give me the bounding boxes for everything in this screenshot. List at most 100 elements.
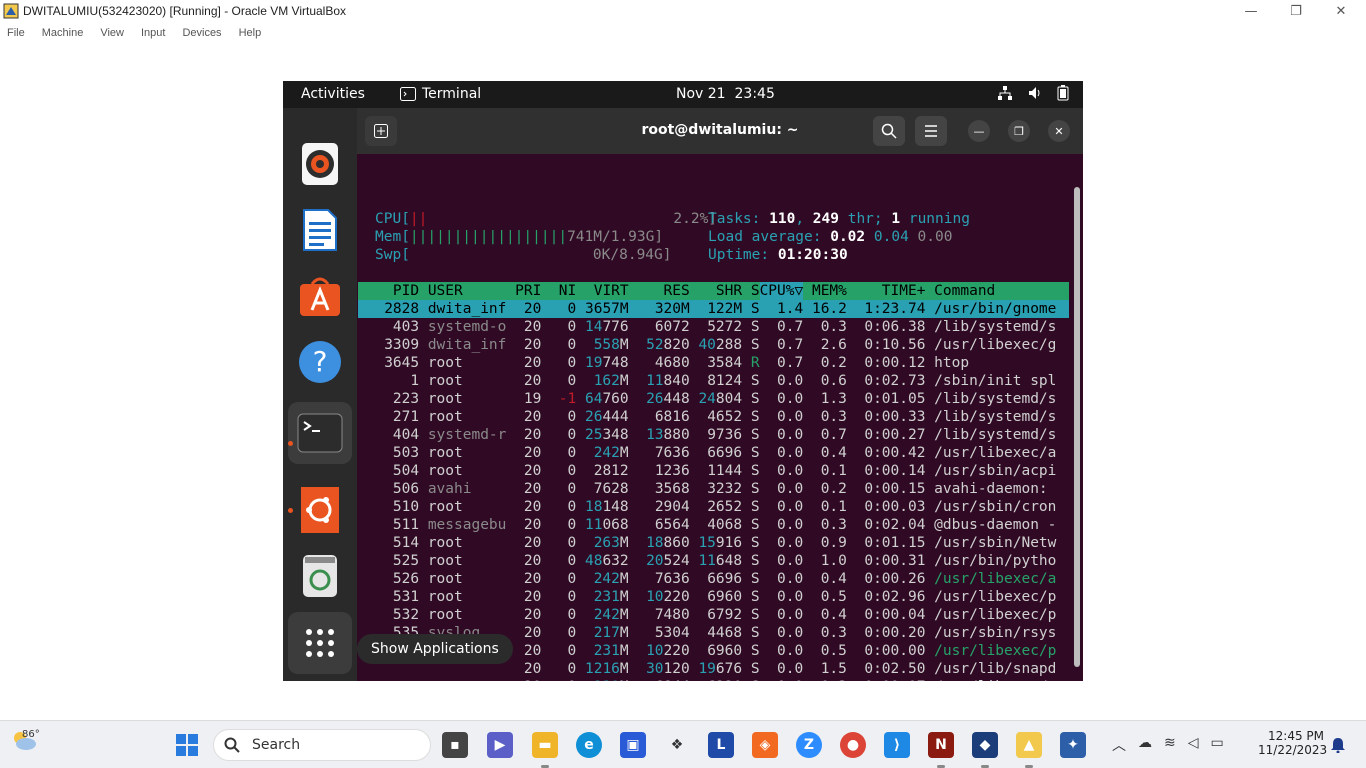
zoom-app[interactable]: Z (796, 732, 822, 758)
terminal-search-button[interactable] (873, 116, 905, 146)
load-1: 0.02 (830, 229, 866, 245)
terminal-menu-button[interactable] (915, 116, 947, 146)
vbox-vm-app[interactable]: ▲ (1016, 732, 1042, 758)
menu-devices[interactable]: Devices (182, 27, 221, 39)
taskview-app[interactable]: ▪ (442, 732, 468, 758)
column-header-shr[interactable]: SHR (716, 282, 742, 300)
dock-help[interactable]: ? (296, 338, 344, 386)
dock-libreoffice-writer[interactable] (296, 206, 344, 254)
column-header-s[interactable]: S (751, 282, 760, 300)
column-header-res[interactable]: RES (664, 282, 690, 300)
process-row[interactable]: 532 root 20 0 242M 7480 6792 S 0.0 0.4 0:00.04/usr… (358, 606, 1069, 624)
process-cell-ni: 0 (567, 625, 577, 641)
process-table-header[interactable]: PID USER PRI NI VIRT RES SHR S CPU%▽ MEM% TIME+ Com… (358, 282, 1069, 300)
dock-trash[interactable] (296, 552, 344, 600)
chrome-app[interactable]: ● (840, 732, 866, 758)
dock-terminal[interactable] (288, 402, 352, 464)
activities-button[interactable]: Activities (301, 86, 365, 102)
process-row[interactable]: 506 avahi 20 0 7628 3568 3232 S 0.0 0.2 0:00.15 ava… (358, 480, 1069, 498)
menu-file[interactable]: File (7, 27, 25, 39)
process-cell-ni: 0 (567, 319, 577, 335)
explorer-app[interactable]: ▬ (532, 732, 558, 758)
terminal-body[interactable]: CPU[|| 2.2%] Mem[||||||||||||||||||741M/1… (357, 154, 1083, 681)
weather-widget[interactable]: 86° (10, 729, 40, 754)
edge-app[interactable]: e (576, 732, 602, 758)
process-row[interactable]: 526 root 20 0 242M 7636 6696 S 0.0 0.4 0:00.26/usr… (358, 570, 1069, 588)
cloud-icon[interactable]: ☁ (1138, 735, 1152, 755)
column-header-ni[interactable]: NI (559, 282, 576, 300)
store-app[interactable]: ▣ (620, 732, 646, 758)
l-app[interactable]: L (708, 732, 734, 758)
column-header-virt[interactable]: VIRT (594, 282, 629, 300)
restore-button[interactable]: ❐ (1273, 0, 1319, 23)
dock-show-applications[interactable] (288, 612, 352, 674)
terminal-maximize-button[interactable]: ❐ (1008, 120, 1030, 142)
system-tray[interactable]: ︿ ☁ ≋ ◁ ▭ (1112, 735, 1224, 755)
vscode-app[interactable]: ⟩ (884, 732, 910, 758)
menu-machine[interactable]: Machine (42, 27, 84, 39)
process-row[interactable]: 525 root 20 0 48632 20524 11648 S 0.0 1.0 0:00.31 /… (358, 552, 1069, 570)
process-row[interactable]: 20 0 239M 6844 6220 S 0.0 0.3 0:00.07/usr/libexe… (358, 678, 1069, 681)
process-cell-shr: 122M (707, 301, 743, 317)
app-menu[interactable]: Terminal (400, 86, 481, 102)
process-row[interactable]: 504 root 20 0 2812 1236 1144 S 0.0 0.1 0:00.14/usr… (358, 462, 1069, 480)
process-row[interactable]: 514 root 20 0 263M 18860 15916 S 0.0 0.9 0:01.15/u… (358, 534, 1069, 552)
terminal-scrollbar[interactable] (1074, 187, 1080, 667)
process-cell-cmd: /usr/sbin/cron (934, 499, 1057, 515)
close-button[interactable]: ✕ (1318, 0, 1364, 23)
process-row[interactable]: 3645 root 20 0 19748 4680 3584 R 0.7 0.2 0:00.12 ht… (358, 354, 1069, 372)
column-header-cpu[interactable]: CPU%▽ (759, 282, 804, 300)
terminal-close-button[interactable]: ✕ (1048, 120, 1070, 142)
column-header-user[interactable]: USER (428, 282, 463, 300)
process-row[interactable]: 531 root 20 0 231M 10220 6960 S 0.0 0.5 0:02.96/us… (358, 588, 1069, 606)
windows-start-icon[interactable] (176, 734, 198, 756)
menu-view[interactable]: View (100, 27, 124, 39)
speaker-icon[interactable]: ◁ (1188, 735, 1199, 755)
dock-rhythmbox[interactable] (296, 140, 344, 188)
column-header-pri[interactable]: PRI (515, 282, 541, 300)
notification-bell-icon[interactable] (1330, 737, 1346, 753)
process-row[interactable]: 404 systemd-r 20 0 25348 13880 9736 S 0.0 0.7 0:00… (358, 426, 1069, 444)
taskbar-clock[interactable]: 12:45 PM 11/22/2023 (1258, 729, 1327, 757)
process-row[interactable]: 511 messagebu 20 0 11068 6564 4068 S 0.0 0.3 0:02.… (358, 516, 1069, 534)
brave-app[interactable]: ◈ (752, 732, 778, 758)
n-app[interactable]: N (928, 732, 954, 758)
guest-display[interactable]: Activities Terminal Nov 21 23:45 ? root@… (283, 81, 1083, 681)
menu-input[interactable]: Input (141, 27, 165, 39)
column-header-pid[interactable]: PID (393, 282, 419, 300)
dock-app-center[interactable] (296, 272, 344, 320)
taskbar-search[interactable]: Search (213, 729, 431, 761)
column-header-time[interactable]: TIME+ (882, 282, 926, 300)
process-cell-pri: 20 (523, 481, 542, 497)
menu-help[interactable]: Help (239, 27, 262, 39)
gnome-clock[interactable]: Nov 21 23:45 (676, 86, 775, 102)
dock-ubuntu-installer[interactable] (296, 486, 344, 534)
terminal-headerbar[interactable]: root@dwitalumiu: ~ — ❐ ✕ (357, 108, 1083, 154)
process-row[interactable]: 510 root 20 0 18148 2904 2652 S 0.0 0.1 0:00.03/us… (358, 498, 1069, 516)
column-header-cmd[interactable]: Command (934, 282, 995, 300)
volume-icon (1029, 87, 1040, 99)
process-list[interactable]: 2828 dwita_inf 20 0 3657M 320M 122M S 1.4 16.2 1:2… (358, 300, 1069, 681)
minimize-button[interactable]: — (1228, 0, 1274, 23)
terminal-minimize-button[interactable]: — (968, 120, 990, 142)
chevron-up-icon[interactable]: ︿ (1112, 735, 1126, 755)
other-app[interactable]: ✦ (1060, 732, 1086, 758)
virtualbox-app[interactable]: ◆ (972, 732, 998, 758)
teams-app[interactable]: ▶ (487, 732, 513, 758)
battery-icon[interactable]: ▭ (1211, 735, 1224, 755)
dropbox-app[interactable]: ❖ (664, 732, 690, 758)
process-cell-cmd: /lib/systemd/s (934, 319, 1057, 335)
terminal-window[interactable]: root@dwitalumiu: ~ — ❐ ✕ CPU[|| 2.2%] Mem… (357, 108, 1083, 681)
column-header-mem[interactable]: MEM% (812, 282, 847, 300)
process-cell-pid: 514 (392, 535, 420, 551)
system-menu[interactable] (997, 85, 1069, 101)
process-row[interactable]: 503 root 20 0 242M 7636 6696 S 0.0 0.4 0:00.42/usr… (358, 444, 1069, 462)
wifi-icon[interactable]: ≋ (1164, 735, 1176, 755)
process-row[interactable]: 403 systemd-o 20 0 14776 6072 5272 S 0.7 0.3 0:06.… (358, 318, 1069, 336)
process-row[interactable]: 223 root 19 -1 64760 26448 24804 S 0.0 1.3 0:01.05… (358, 390, 1069, 408)
process-cell-cmd: /lib/systemd/s (934, 409, 1057, 425)
process-row[interactable]: 3309 dwita_inf 20 0 558M 52820 40288 S 0.7 2.6 0:1… (358, 336, 1069, 354)
process-row[interactable]: 2828 dwita_inf 20 0 3657M 320M 122M S 1.4 16.2 1:2… (358, 300, 1069, 318)
process-row[interactable]: 271 root 20 0 26444 6816 4652 S 0.0 0.3 0:00.33/li… (358, 408, 1069, 426)
process-row[interactable]: 1 root 20 0 162M 11840 8124 S 0.0 0.6 0:02.73/sbin… (358, 372, 1069, 390)
